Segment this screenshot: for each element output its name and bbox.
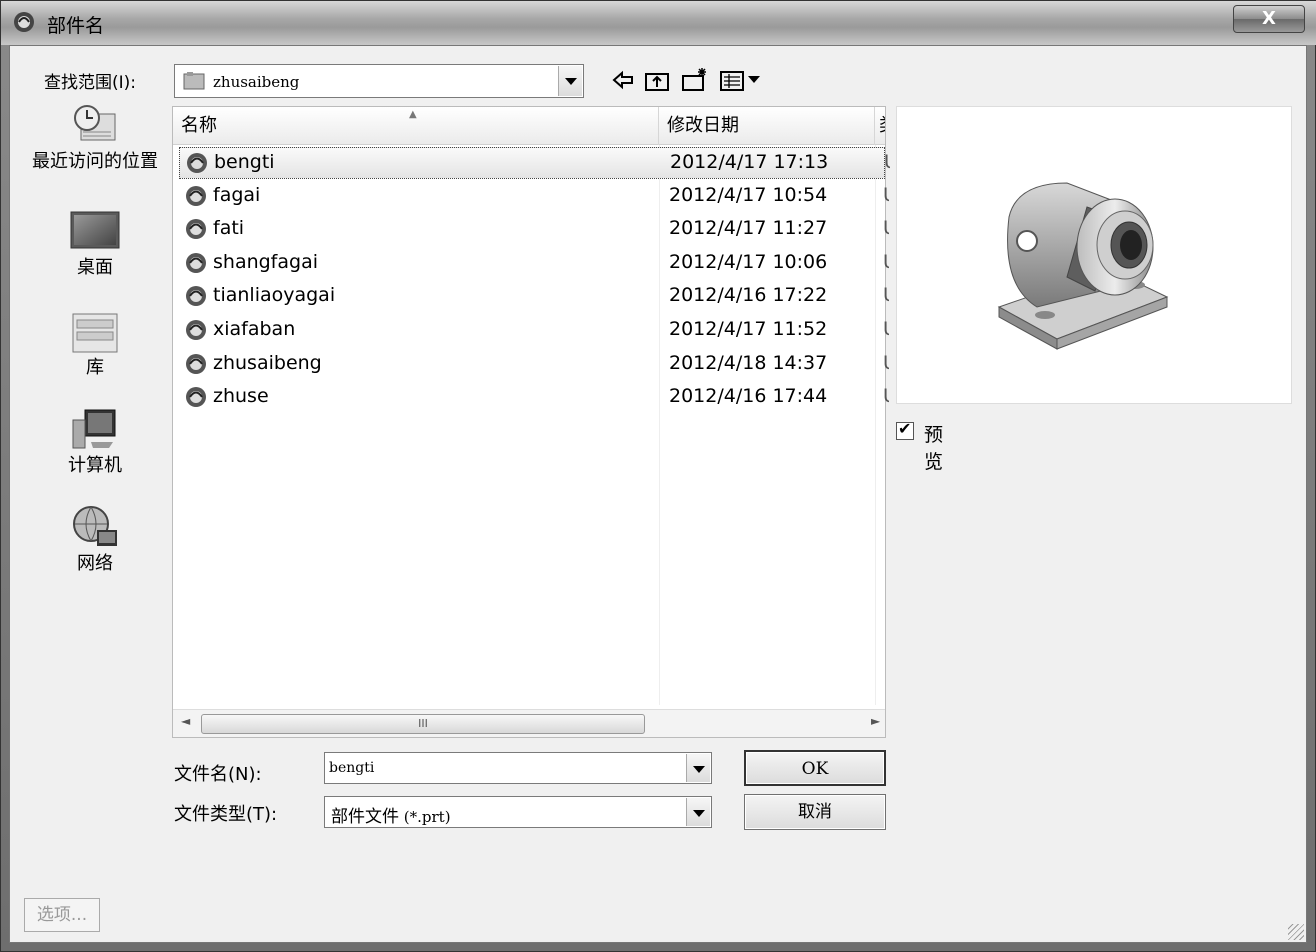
cancel-button[interactable]: 取消	[744, 794, 886, 830]
place-computer[interactable]: 计算机	[20, 406, 170, 476]
open-part-dialog: 部件名 X 查找范围(I): zhusaibeng 最近访问的位置 桌面 库 计…	[0, 0, 1316, 952]
recent-places-icon	[74, 105, 116, 141]
file-list[interactable]: 名称 ▲ 修改日期 类 bengti 2012/4/17 17:13 Ufagai 2…	[172, 106, 890, 738]
computer-icon	[72, 409, 116, 449]
checkbox-checked-icon[interactable]	[896, 419, 914, 440]
view-menu-icon[interactable]	[718, 66, 764, 94]
back-icon[interactable]	[608, 66, 638, 94]
file-date-cell: 2012/4/17 11:52	[669, 318, 828, 340]
file-date-cell: 2012/4/17 11:27	[669, 217, 828, 240]
file-date-cell: 2012/4/16 17:44	[669, 385, 828, 408]
nx-part-file-icon	[187, 153, 207, 173]
places-bar: 最近访问的位置 桌面 库 计算机 网络	[20, 102, 172, 622]
scroll-right-icon[interactable]: ►	[871, 714, 880, 728]
file-list-header: 名称 ▲ 修改日期 类	[173, 107, 885, 145]
file-type-cell: U	[883, 217, 889, 239]
file-type-cell: U	[883, 284, 889, 306]
place-recent[interactable]: 最近访问的位置	[20, 102, 170, 172]
file-type-cell: U	[884, 151, 890, 173]
column-header-date[interactable]: 修改日期	[659, 107, 875, 145]
preview-pane	[896, 106, 1292, 404]
file-type-cell: U	[883, 352, 889, 374]
place-label: 网络	[77, 553, 113, 574]
look-in-label: 查找范围(I):	[44, 73, 137, 93]
file-name-cell: tianliaoyagai	[213, 284, 336, 307]
place-label: 最近访问的位置	[32, 151, 158, 172]
file-type-label: 文件类型(T):	[174, 804, 278, 825]
file-name-dropdown-arrow[interactable]	[686, 754, 710, 782]
nx-part-file-icon	[186, 185, 206, 206]
file-date-cell: 2012/4/17 17:13	[670, 151, 829, 173]
file-row[interactable]: fati 2012/4/17 11:27 U	[179, 214, 889, 246]
horizontal-scrollbar[interactable]: ◄ III ►	[173, 709, 885, 737]
new-folder-icon[interactable]	[680, 66, 710, 94]
window-title: 部件名	[47, 15, 105, 37]
folder-icon	[183, 72, 205, 90]
scroll-left-icon[interactable]: ◄	[181, 714, 190, 728]
options-button[interactable]: 选项...	[24, 898, 100, 932]
file-row[interactable]: fagai 2012/4/17 10:54 U	[179, 181, 889, 213]
preview-label: 预览	[924, 424, 944, 473]
file-name-label: 文件名(N):	[174, 764, 262, 785]
resize-grip-icon[interactable]	[1288, 924, 1304, 940]
place-network[interactable]: 网络	[20, 504, 170, 574]
file-name-cell: fati	[213, 217, 245, 240]
file-name-cell: xiafaban	[213, 318, 296, 340]
part-preview-image	[997, 182, 1169, 350]
column-header-type[interactable]: 类	[875, 107, 885, 145]
file-date-cell: 2012/4/16 17:22	[669, 284, 828, 307]
file-type-cell: U	[883, 385, 889, 407]
look-in-combobox[interactable]: zhusaibeng	[174, 64, 584, 98]
file-name-value[interactable]: bengti	[329, 760, 374, 776]
place-label: 计算机	[68, 455, 122, 476]
file-name-cell: bengti	[214, 151, 275, 173]
file-name-cell: fagai	[213, 183, 261, 206]
file-date-cell: 2012/4/17 10:06	[669, 250, 828, 273]
file-row[interactable]: bengti 2012/4/17 17:13 U	[179, 147, 890, 179]
place-label: 库	[86, 357, 104, 378]
nx-part-file-icon	[186, 320, 206, 340]
nx-part-file-icon	[186, 252, 206, 273]
nx-part-file-icon	[186, 219, 206, 240]
desktop-icon	[70, 211, 120, 249]
file-row[interactable]: zhusaibeng 2012/4/18 14:37 U	[179, 349, 889, 381]
scrollbar-thumb[interactable]: III	[201, 714, 645, 734]
place-label: 桌面	[77, 257, 113, 278]
file-name-cell: zhusaibeng	[213, 351, 322, 374]
file-row[interactable]: shangfagai 2012/4/17 10:06 U	[179, 248, 889, 280]
nx-part-file-icon	[186, 387, 206, 408]
nx-app-icon	[14, 12, 34, 32]
nx-part-file-icon	[186, 286, 206, 307]
network-icon	[73, 506, 117, 546]
file-type-combobox[interactable]: 部件文件 (*.prt)	[324, 796, 712, 828]
file-type-cell: U	[883, 184, 889, 206]
nx-part-file-icon	[186, 353, 206, 374]
look-in-value: zhusaibeng	[213, 73, 300, 91]
file-type-cell: U	[883, 318, 889, 340]
file-date-cell: 2012/4/18 14:37	[669, 351, 828, 374]
file-row[interactable]: zhuse 2012/4/16 17:44 U	[179, 382, 889, 414]
file-name-combobox[interactable]: bengti	[324, 752, 712, 784]
ok-button[interactable]: OK	[744, 750, 886, 786]
file-name-cell: shangfagai	[213, 250, 319, 273]
look-in-dropdown-arrow[interactable]	[558, 66, 582, 96]
file-name-cell: zhuse	[213, 385, 269, 408]
place-desktop[interactable]: 桌面	[20, 208, 170, 278]
file-row[interactable]: tianliaoyagai 2012/4/16 17:22 U	[179, 281, 889, 313]
file-type-dropdown-arrow[interactable]	[686, 798, 710, 826]
place-libraries[interactable]: 库	[20, 308, 170, 378]
dialog-body: 查找范围(I): zhusaibeng 最近访问的位置 桌面 库 计算机 网络 …	[9, 45, 1307, 943]
file-date-cell: 2012/4/17 10:54	[669, 183, 828, 206]
libraries-icon	[72, 313, 118, 353]
file-type-cell: U	[883, 251, 889, 273]
close-button[interactable]: X	[1233, 5, 1305, 33]
sort-ascending-icon: ▲	[409, 109, 417, 120]
up-folder-icon[interactable]	[642, 66, 672, 94]
title-bar[interactable]: 部件名 X	[1, 1, 1316, 45]
file-type-value: 部件文件 (*.prt)	[331, 807, 451, 827]
file-row[interactable]: xiafaban 2012/4/17 11:52 U	[179, 315, 889, 347]
